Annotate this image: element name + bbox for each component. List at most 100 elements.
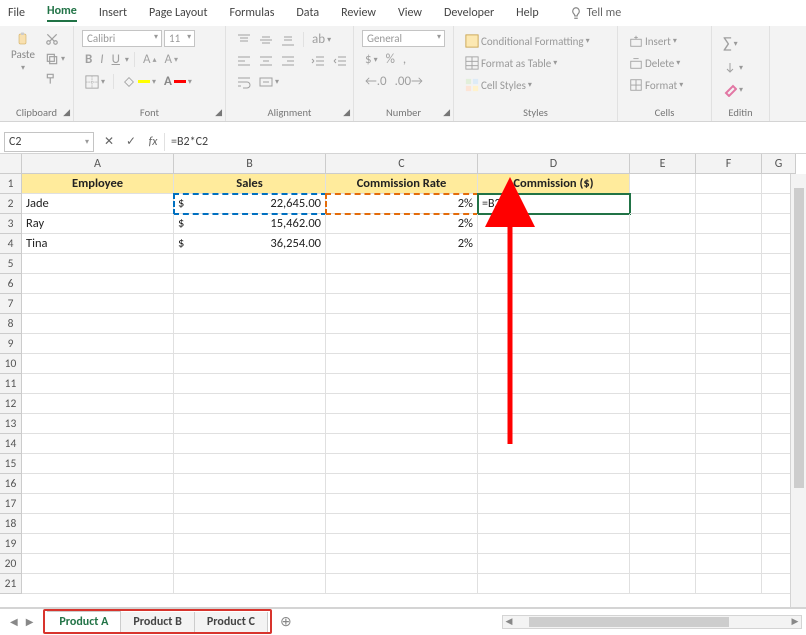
name-box[interactable]: C2 ▾	[4, 132, 94, 152]
cell-C13[interactable]	[326, 414, 478, 434]
autosum-button[interactable]: ∑▾	[720, 32, 761, 55]
cell-D11[interactable]	[478, 374, 630, 394]
borders-button[interactable]: ▾	[82, 73, 108, 91]
cell-C2[interactable]: 2%	[326, 194, 478, 214]
vertical-scrollbar[interactable]	[790, 174, 806, 607]
cell-F12[interactable]	[696, 394, 762, 414]
sheet-tab-product-c[interactable]: Product C	[195, 612, 268, 632]
cell-F17[interactable]	[696, 494, 762, 514]
cell-C16[interactable]	[326, 474, 478, 494]
cell-F3[interactable]	[696, 214, 762, 234]
scroll-right-arrow[interactable]: ▶	[789, 616, 801, 627]
accounting-format-button[interactable]: $▾	[362, 50, 381, 69]
insert-function-button[interactable]: fx	[142, 135, 164, 149]
conditional-formatting-button[interactable]: Conditional Formatting▾	[462, 32, 609, 50]
cell-F19[interactable]	[696, 534, 762, 554]
cell-C5[interactable]	[326, 254, 478, 274]
cell-D5[interactable]	[478, 254, 630, 274]
underline-button[interactable]: U	[109, 50, 123, 69]
cell-B6[interactable]	[174, 274, 326, 294]
cell-A11[interactable]	[22, 374, 174, 394]
sheet-nav-prev[interactable]: ◀	[10, 615, 18, 628]
cell-D13[interactable]	[478, 414, 630, 434]
formula-input[interactable]: =B2*C2	[164, 133, 806, 151]
column-header-G[interactable]: G	[762, 154, 796, 174]
cell-E18[interactable]	[630, 514, 696, 534]
cell-E9[interactable]	[630, 334, 696, 354]
cell-F8[interactable]	[696, 314, 762, 334]
fill-button[interactable]: ▾	[720, 59, 761, 77]
cell-E3[interactable]	[630, 214, 696, 234]
shrink-font-button[interactable]: A▾	[161, 50, 181, 69]
tab-developer[interactable]: Developer	[444, 6, 494, 20]
number-dialog-launcher[interactable]: ◢	[443, 107, 450, 118]
cell-C21[interactable]	[326, 574, 478, 594]
column-header-A[interactable]: A	[22, 154, 174, 174]
tab-review[interactable]: Review	[341, 6, 376, 20]
row-header-7[interactable]: 7	[0, 294, 22, 314]
cell-B14[interactable]	[174, 434, 326, 454]
cell-C3[interactable]: 2%	[326, 214, 478, 234]
cell-D17[interactable]	[478, 494, 630, 514]
scroll-left-arrow[interactable]: ◀	[503, 616, 515, 627]
cell-E11[interactable]	[630, 374, 696, 394]
cell-E5[interactable]	[630, 254, 696, 274]
cell-A13[interactable]	[22, 414, 174, 434]
cell-D14[interactable]	[478, 434, 630, 454]
row-header-21[interactable]: 21	[0, 574, 22, 594]
cell-F2[interactable]	[696, 194, 762, 214]
row-header-18[interactable]: 18	[0, 514, 22, 534]
paste-button[interactable]: Paste ▾	[8, 30, 38, 75]
cell-D18[interactable]	[478, 514, 630, 534]
column-header-B[interactable]: B	[174, 154, 326, 174]
cell-F21[interactable]	[696, 574, 762, 594]
cell-B2[interactable]: $22,645.00	[174, 194, 326, 214]
align-top-button[interactable]	[234, 31, 254, 49]
cell-C10[interactable]	[326, 354, 478, 374]
cell-C19[interactable]	[326, 534, 478, 554]
cell-A9[interactable]	[22, 334, 174, 354]
insert-cells-button[interactable]: Insert▾	[626, 32, 703, 50]
cell-F14[interactable]	[696, 434, 762, 454]
row-header-9[interactable]: 9	[0, 334, 22, 354]
row-header-8[interactable]: 8	[0, 314, 22, 334]
cell-E20[interactable]	[630, 554, 696, 574]
cell-A14[interactable]	[22, 434, 174, 454]
sheet-tab-product-b[interactable]: Product B	[121, 612, 194, 632]
row-header-15[interactable]: 15	[0, 454, 22, 474]
comma-format-button[interactable]: ,	[400, 50, 409, 69]
decrease-decimal-button[interactable]: .00→	[392, 72, 426, 91]
cell-F4[interactable]	[696, 234, 762, 254]
tell-me-search[interactable]: Tell me	[569, 6, 622, 20]
cell-A17[interactable]	[22, 494, 174, 514]
align-bottom-button[interactable]	[278, 31, 298, 49]
cell-E7[interactable]	[630, 294, 696, 314]
align-left-button[interactable]	[234, 52, 254, 70]
cell-E1[interactable]	[630, 174, 696, 194]
cell-A3[interactable]: Ray	[22, 214, 174, 234]
cell-D15[interactable]	[478, 454, 630, 474]
cell-A10[interactable]	[22, 354, 174, 374]
cell-D6[interactable]	[478, 274, 630, 294]
cell-E10[interactable]	[630, 354, 696, 374]
cell-C11[interactable]	[326, 374, 478, 394]
cell-B1[interactable]: Sales	[174, 174, 326, 194]
cell-D1[interactable]: Commission ($)	[478, 174, 630, 194]
cell-A12[interactable]	[22, 394, 174, 414]
cell-F16[interactable]	[696, 474, 762, 494]
horizontal-scrollbar[interactable]: ◀ ▶	[300, 615, 806, 629]
cell-F13[interactable]	[696, 414, 762, 434]
cell-D4[interactable]	[478, 234, 630, 254]
delete-cells-button[interactable]: Delete▾	[626, 54, 703, 72]
cell-A15[interactable]	[22, 454, 174, 474]
row-header-12[interactable]: 12	[0, 394, 22, 414]
cell-D8[interactable]	[478, 314, 630, 334]
cell-D21[interactable]	[478, 574, 630, 594]
cell-E21[interactable]	[630, 574, 696, 594]
grow-font-button[interactable]: A▴	[140, 50, 160, 69]
cell-B20[interactable]	[174, 554, 326, 574]
cell-D10[interactable]	[478, 354, 630, 374]
row-header-11[interactable]: 11	[0, 374, 22, 394]
cell-E17[interactable]	[630, 494, 696, 514]
new-sheet-button[interactable]: ⊕	[272, 613, 300, 630]
